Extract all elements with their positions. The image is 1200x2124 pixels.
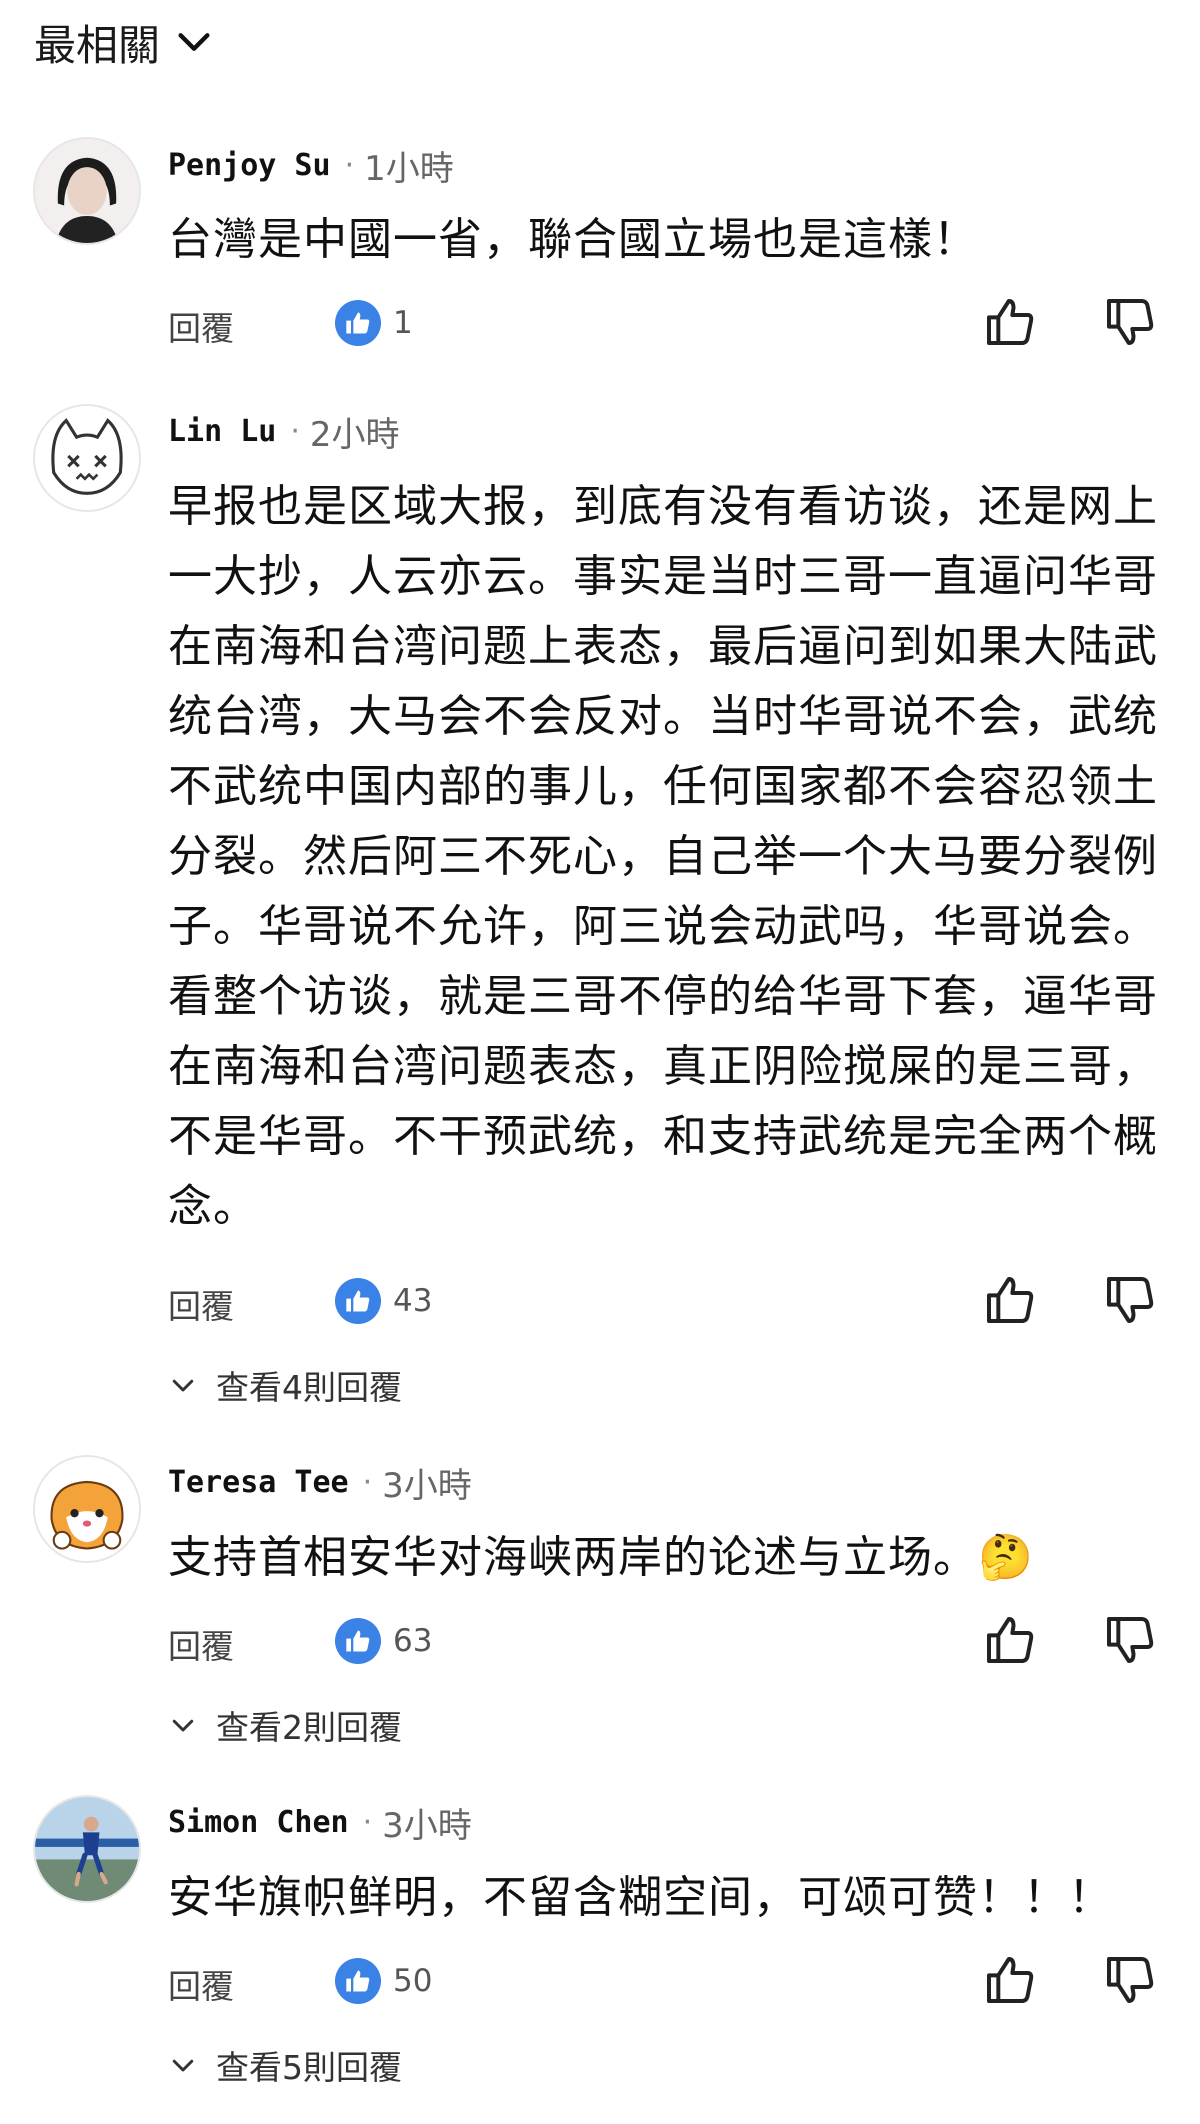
view-replies-button[interactable]: 查看4則回覆 <box>168 1360 402 1410</box>
comment-meta: Lin Lu · 2小時 <box>168 406 400 456</box>
chevron-down-icon <box>172 1379 194 1392</box>
avatar[interactable] <box>33 404 141 512</box>
thumbs-up-outline-icon[interactable] <box>982 1612 1038 1668</box>
like-count: 63 <box>393 1623 433 1659</box>
author-name[interactable]: Teresa Tee <box>168 1465 349 1500</box>
sort-label: 最相關 <box>34 20 161 70</box>
avatar[interactable] <box>33 137 141 245</box>
like-count: 43 <box>393 1283 433 1319</box>
timestamp: 3小時 <box>382 1465 472 1506</box>
sort-dropdown[interactable]: 最相關 <box>34 14 214 70</box>
separator-dot: · <box>362 1804 373 1840</box>
comment-text: 安华旗帜鲜明，不留含糊空间，可颂可赞！！！ <box>168 1872 1113 1923</box>
author-name[interactable]: Simon Chen <box>168 1805 349 1840</box>
reply-button[interactable]: 回覆 <box>168 1960 234 2008</box>
timestamp: 3小時 <box>382 1805 472 1846</box>
comment-meta: Simon Chen · 3小時 <box>168 1797 472 1847</box>
separator-dot: · <box>344 147 355 183</box>
like-summary: 50 <box>335 1958 432 2004</box>
thumbs-down-outline-icon[interactable] <box>1102 1272 1158 1328</box>
author-name[interactable]: Lin Lu <box>168 414 276 449</box>
comment-text: 台灣是中國一省，聯合國立場也是這樣！ <box>168 214 978 265</box>
avatar[interactable] <box>33 1455 141 1563</box>
thumbs-up-icon <box>335 1278 381 1324</box>
comment-meta: Teresa Tee · 3小時 <box>168 1457 472 1507</box>
like-count: 1 <box>393 305 413 341</box>
separator-dot: · <box>362 1464 373 1500</box>
chevron-down-icon <box>172 1719 194 1732</box>
thumbs-up-icon <box>335 300 381 346</box>
thumbs-down-outline-icon[interactable] <box>1102 294 1158 350</box>
comment-actions: 回覆 50 <box>168 1952 1168 2012</box>
reply-button[interactable]: 回覆 <box>168 1280 234 1328</box>
thumbs-down-outline-icon[interactable] <box>1102 1612 1158 1668</box>
author-name[interactable]: Penjoy Su <box>168 148 331 183</box>
like-summary: 63 <box>335 1618 432 1664</box>
thumbs-up-icon <box>335 1618 381 1664</box>
comment-text: 早报也是区域大报，到底有没有看访谈，还是网上一大抄，人云亦云。事实是当时三哥一直… <box>168 481 1158 1232</box>
like-count: 50 <box>393 1963 433 1999</box>
view-replies-label: 查看2則回覆 <box>216 1708 402 1747</box>
comment-text: 支持首相安华对海峡两岸的论述与立场。🤔 <box>168 1532 1034 1583</box>
timestamp: 2小時 <box>309 414 400 455</box>
separator-dot: · <box>290 413 300 449</box>
thumbs-up-outline-icon[interactable] <box>982 1952 1038 2008</box>
avatar[interactable] <box>33 1795 141 1903</box>
view-replies-button[interactable]: 查看2則回覆 <box>168 1700 402 1750</box>
like-summary: 1 <box>335 300 413 346</box>
reply-button[interactable]: 回覆 <box>168 1620 234 1668</box>
comment-actions: 回覆 63 <box>168 1612 1168 1672</box>
chevron-down-icon <box>172 2059 194 2072</box>
thumbs-up-outline-icon[interactable] <box>982 294 1038 350</box>
view-replies-label: 查看5則回覆 <box>216 2048 402 2087</box>
thumbs-up-icon <box>335 1958 381 2004</box>
like-summary: 43 <box>335 1278 432 1324</box>
comment-meta: Penjoy Su · 1小時 <box>168 140 454 190</box>
reply-button[interactable]: 回覆 <box>168 302 234 350</box>
view-replies-button[interactable]: 查看5則回覆 <box>168 2040 402 2090</box>
thumbs-down-outline-icon[interactable] <box>1102 1952 1158 2008</box>
view-replies-label: 查看4則回覆 <box>216 1368 402 1407</box>
timestamp: 1小時 <box>364 148 454 189</box>
comment-actions: 回覆 1 <box>168 294 1168 354</box>
chevron-down-icon <box>178 33 210 51</box>
comment-actions: 回覆 43 <box>168 1272 1168 1332</box>
thumbs-up-outline-icon[interactable] <box>982 1272 1038 1328</box>
